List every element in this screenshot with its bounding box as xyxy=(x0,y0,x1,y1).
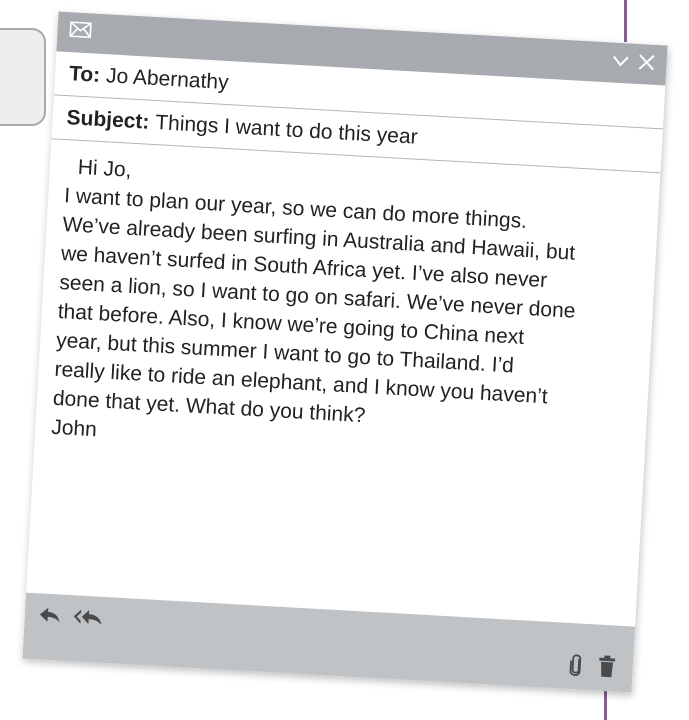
subject-label: Subject: xyxy=(66,106,151,134)
reply-icon[interactable] xyxy=(38,605,61,624)
message-body[interactable]: Hi Jo, I want to plan our year, so we ca… xyxy=(51,152,641,474)
email-window: To: Jo Abernathy Subject: Things I want to… xyxy=(22,11,668,693)
background-accent-line-bottom xyxy=(604,690,607,720)
to-value: Jo Abernathy xyxy=(105,64,230,95)
trash-icon[interactable] xyxy=(598,655,616,678)
chevron-down-icon[interactable] xyxy=(612,54,629,67)
background-card xyxy=(0,28,46,126)
background-accent-line xyxy=(624,0,627,42)
paperclip-icon[interactable] xyxy=(568,653,583,678)
close-icon[interactable] xyxy=(638,54,655,71)
bottom-toolbar xyxy=(22,592,636,693)
mail-icon xyxy=(69,21,92,39)
to-label: To: xyxy=(68,62,101,87)
subject-value: Things I want to do this year xyxy=(154,111,419,149)
reply-all-icon[interactable] xyxy=(72,607,103,627)
stage: To: Jo Abernathy Subject: Things I want to… xyxy=(0,0,689,720)
